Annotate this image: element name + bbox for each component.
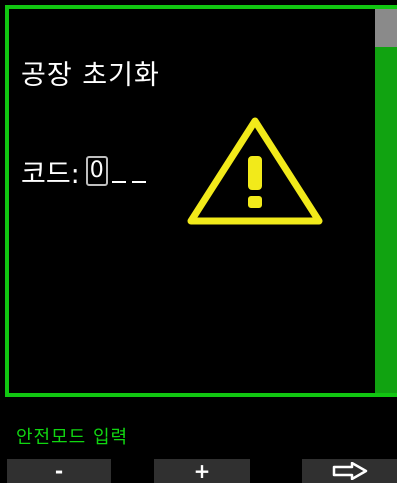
- status-message: 안전모드 입력: [16, 427, 129, 448]
- code-digit-placeholder: [111, 159, 126, 183]
- scrollbar-thumb[interactable]: [375, 9, 397, 47]
- decrease-button[interactable]: -: [7, 459, 111, 483]
- code-digit-input[interactable]: 0: [85, 156, 108, 186]
- increase-button[interactable]: +: [154, 459, 250, 483]
- arrow-right-outline-icon: [332, 462, 367, 480]
- code-entry-row: 코드: 0: [21, 151, 152, 191]
- code-label: 코드:: [21, 158, 80, 190]
- next-button[interactable]: [302, 459, 397, 483]
- page-title: 공장 초기화: [21, 60, 160, 91]
- scrollbar[interactable]: [375, 9, 397, 393]
- warning-icon: [187, 117, 323, 225]
- code-digit-placeholder: [131, 159, 146, 183]
- reset-screen: 공장 초기화 코드: 0: [9, 9, 374, 392]
- softkey-bar: - +: [0, 459, 397, 483]
